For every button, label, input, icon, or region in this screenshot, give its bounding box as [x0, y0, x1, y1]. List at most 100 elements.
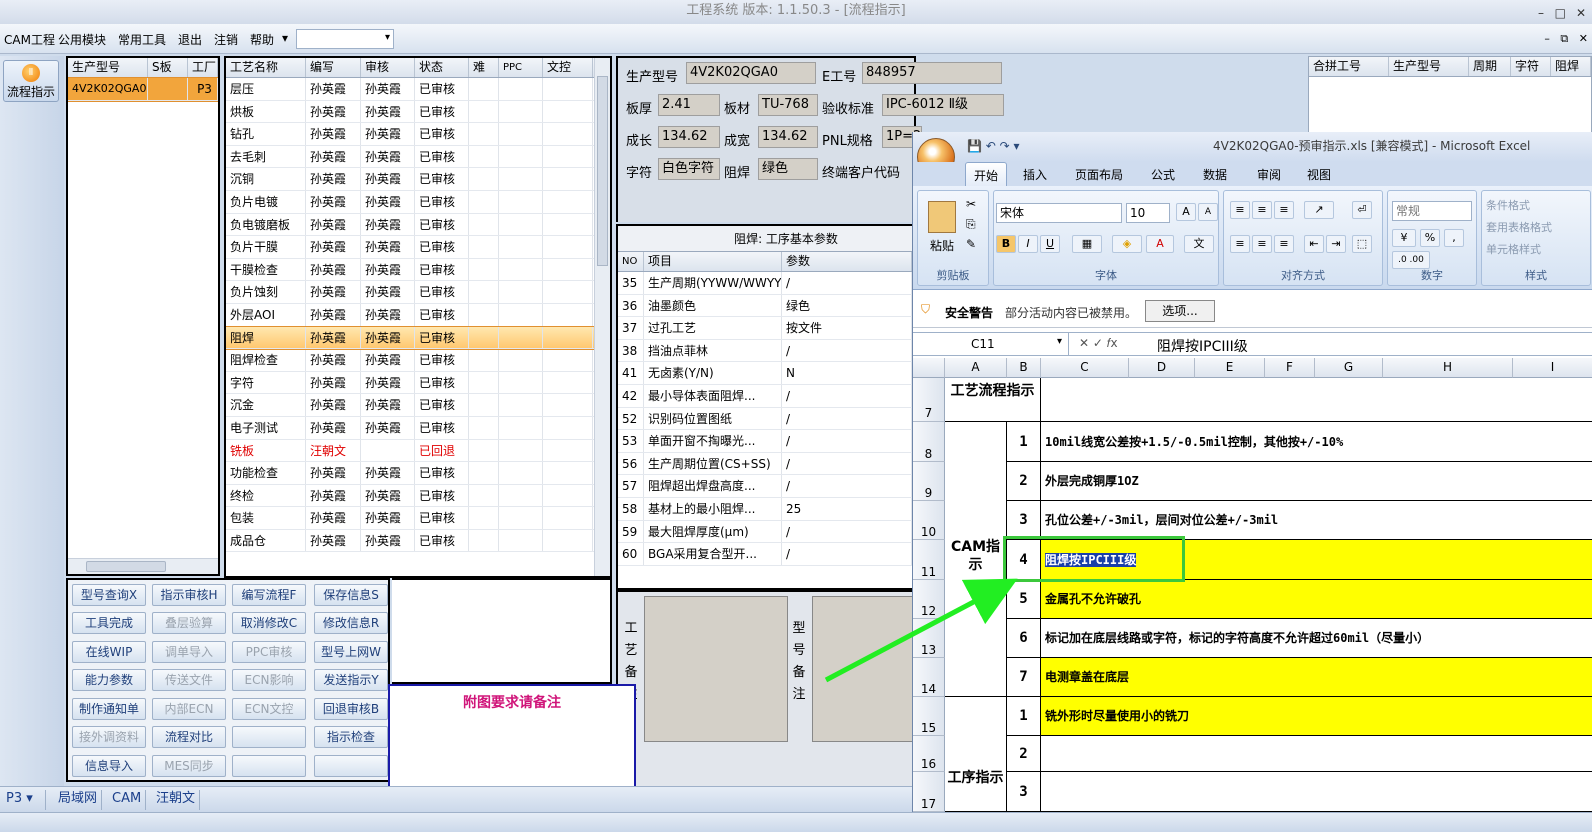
param-row[interactable]: 52 识别码位置图纸 /	[618, 407, 914, 431]
increase-indent-icon[interactable]: ⇥	[1326, 235, 1346, 253]
param-row[interactable]: 53 单面开窗不掏曝光... /	[618, 430, 914, 453]
material-value[interactable]: TU-768	[758, 94, 818, 116]
column-header[interactable]: H	[1383, 358, 1513, 378]
security-options-button[interactable]: 选项...	[1145, 300, 1215, 322]
param-row[interactable]: 42 最小导体表面阻焊... /	[618, 384, 914, 408]
menu-help[interactable]: 帮助	[250, 31, 274, 48]
process-row[interactable]: 功能检查 孙英霞 孙英霞 已审核	[226, 462, 610, 485]
param-row[interactable]: 38 挡油点菲林 /	[618, 339, 914, 363]
col-merge-no[interactable]: 合拼工号	[1309, 57, 1389, 76]
item-text-cell[interactable]: 标记加在底层线路或字符，标记的字符高度不允许超过60mil（尽量小）	[1041, 619, 1592, 658]
ribbon-tab[interactable]: 审阅	[1257, 166, 1281, 183]
item-text-cell[interactable]: 铣外形时尽量使用小的铣刀	[1041, 697, 1592, 736]
column-header[interactable]: G	[1315, 358, 1383, 378]
item-number[interactable]: 1	[1007, 422, 1041, 462]
action-button[interactable]: 制作通知单	[72, 698, 146, 720]
action-button[interactable]	[232, 755, 306, 777]
row-header[interactable]: 13	[913, 619, 945, 658]
mdi-close-button[interactable]: ✕	[1579, 32, 1588, 45]
action-button[interactable]: 型号上网W	[314, 641, 388, 663]
item-number[interactable]: 3	[1007, 772, 1041, 812]
action-button[interactable]: 发送指示Y	[314, 669, 388, 691]
col-no[interactable]: NO	[618, 252, 644, 271]
item-number[interactable]: 3	[1007, 501, 1041, 540]
menu-common-module[interactable]: 公用模块	[58, 31, 106, 48]
row-header[interactable]: 17	[913, 772, 945, 812]
process-row[interactable]: 去毛刺 孙英霞 孙英霞 已审核	[226, 145, 610, 169]
row-header[interactable]: 15	[913, 697, 945, 736]
param-row[interactable]: 36 油墨颜色 绿色	[618, 294, 914, 318]
font-size-select[interactable]: 10	[1126, 203, 1170, 223]
underline-icon[interactable]: U	[1040, 235, 1060, 253]
param-row[interactable]: 59 最大阻焊厚度(μm) /	[618, 520, 914, 544]
ribbon-tab[interactable]: 页面布局	[1075, 166, 1123, 183]
row-header[interactable]: 12	[913, 580, 945, 619]
col-merge-model[interactable]: 生产型号	[1389, 57, 1469, 76]
action-button[interactable]: 编写流程F	[232, 584, 306, 606]
column-header[interactable]: D	[1129, 358, 1195, 378]
col-merge-mask[interactable]: 阻焊	[1551, 57, 1591, 76]
process-row[interactable]: 阻焊检查 孙英霞 孙英霞 已审核	[226, 349, 610, 372]
paste-label[interactable]: 粘贴	[930, 237, 954, 254]
action-button[interactable]: 在线WIP	[72, 641, 146, 663]
menu-logout[interactable]: 注销	[214, 31, 238, 48]
row-header[interactable]: 9	[913, 462, 945, 501]
table-format-button[interactable]: 套用表格格式	[1486, 219, 1552, 235]
action-button[interactable]: PPC审核	[232, 641, 306, 663]
align-right-icon[interactable]: ≡	[1274, 235, 1294, 253]
shrink-font-icon[interactable]: A	[1198, 203, 1218, 221]
mdi-restore-button[interactable]: ⧉	[1560, 32, 1568, 45]
col-merge-char[interactable]: 字符	[1511, 57, 1551, 76]
thickness-value[interactable]: 2.41	[658, 94, 720, 116]
phonetic-icon[interactable]: 文	[1184, 235, 1214, 253]
name-box[interactable]: C11	[913, 333, 1069, 355]
col-reviewer[interactable]: 审核	[361, 58, 415, 77]
number-format-select[interactable]: 常规	[1392, 201, 1472, 221]
process-row[interactable]: 负片干膜 孙英霞 孙英霞 已审核	[226, 236, 610, 259]
scroll-thumb[interactable]	[597, 76, 608, 266]
param-row[interactable]: 41 无卤素(Y/N) N	[618, 362, 914, 385]
menu-combo[interactable]	[296, 29, 394, 49]
ribbon-tab[interactable]: 公式	[1151, 166, 1175, 183]
action-button[interactable]: 叠层验算	[152, 612, 226, 634]
item-text-cell[interactable]: 电测章盖在底层	[1041, 658, 1592, 697]
col-difficulty[interactable]: 难	[469, 58, 499, 77]
item-text-cell[interactable]	[1041, 772, 1592, 812]
col-item[interactable]: 项目	[644, 252, 782, 271]
formula-icons[interactable]: ✕ ✓ 𝑓x	[1079, 336, 1118, 351]
mdi-minimize-button[interactable]: –	[1544, 32, 1550, 45]
section-flow[interactable]: 工艺流程指示	[945, 378, 1041, 422]
align-top-icon[interactable]: ≡	[1230, 201, 1250, 219]
ribbon-tab[interactable]: 插入	[1023, 166, 1047, 183]
minimize-button[interactable]: –	[1538, 2, 1544, 24]
process-row[interactable]: 烘板 孙英霞 孙英霞 已审核	[226, 100, 610, 124]
action-button[interactable]: 能力参数	[72, 669, 146, 691]
copy-icon[interactable]: ⎘	[966, 217, 976, 232]
process-row[interactable]: 层压 孙英霞 孙英霞 已审核	[226, 78, 610, 101]
param-row[interactable]: 37 过孔工艺 按文件	[618, 317, 914, 340]
factory-select[interactable]: P3 ▾	[2, 790, 46, 810]
action-button[interactable]: 指示审核H	[152, 584, 226, 606]
ribbon-tab[interactable]: 数据	[1203, 166, 1227, 183]
param-row[interactable]: 58 基材上的最小阻焊... 25	[618, 497, 914, 521]
align-center-icon[interactable]: ≡	[1252, 235, 1272, 253]
currency-icon[interactable]: ¥	[1392, 229, 1416, 247]
process-row[interactable]: 外层AOI 孙英霞 孙英霞 已审核	[226, 303, 610, 327]
col-s-board[interactable]: S板	[148, 58, 188, 77]
param-row[interactable]: 57 阻焊超出焊盘高度... /	[618, 475, 914, 498]
action-button[interactable]: ECN文控	[232, 698, 306, 720]
ribbon-tab[interactable]: 视图	[1307, 166, 1331, 183]
col-process-name[interactable]: 工艺名称	[226, 58, 306, 77]
row-header[interactable]: 7	[913, 378, 945, 422]
section-cam[interactable]: CAM指示	[945, 422, 1007, 697]
bold-icon[interactable]: B	[996, 235, 1016, 253]
col-doc-control[interactable]: 文控	[543, 58, 593, 77]
conditional-format-button[interactable]: 条件格式	[1486, 197, 1530, 213]
character-value[interactable]: 白色字符	[658, 158, 720, 180]
column-header[interactable]: B	[1007, 358, 1041, 378]
length-value[interactable]: 134.62	[658, 126, 720, 148]
item-number[interactable]: 6	[1007, 619, 1041, 658]
param-row[interactable]: 56 生产周期位置(CS+SS) /	[618, 452, 914, 476]
standard-value[interactable]: IPC-6012 Ⅱ级	[882, 94, 1004, 116]
select-all-corner[interactable]	[913, 358, 945, 378]
